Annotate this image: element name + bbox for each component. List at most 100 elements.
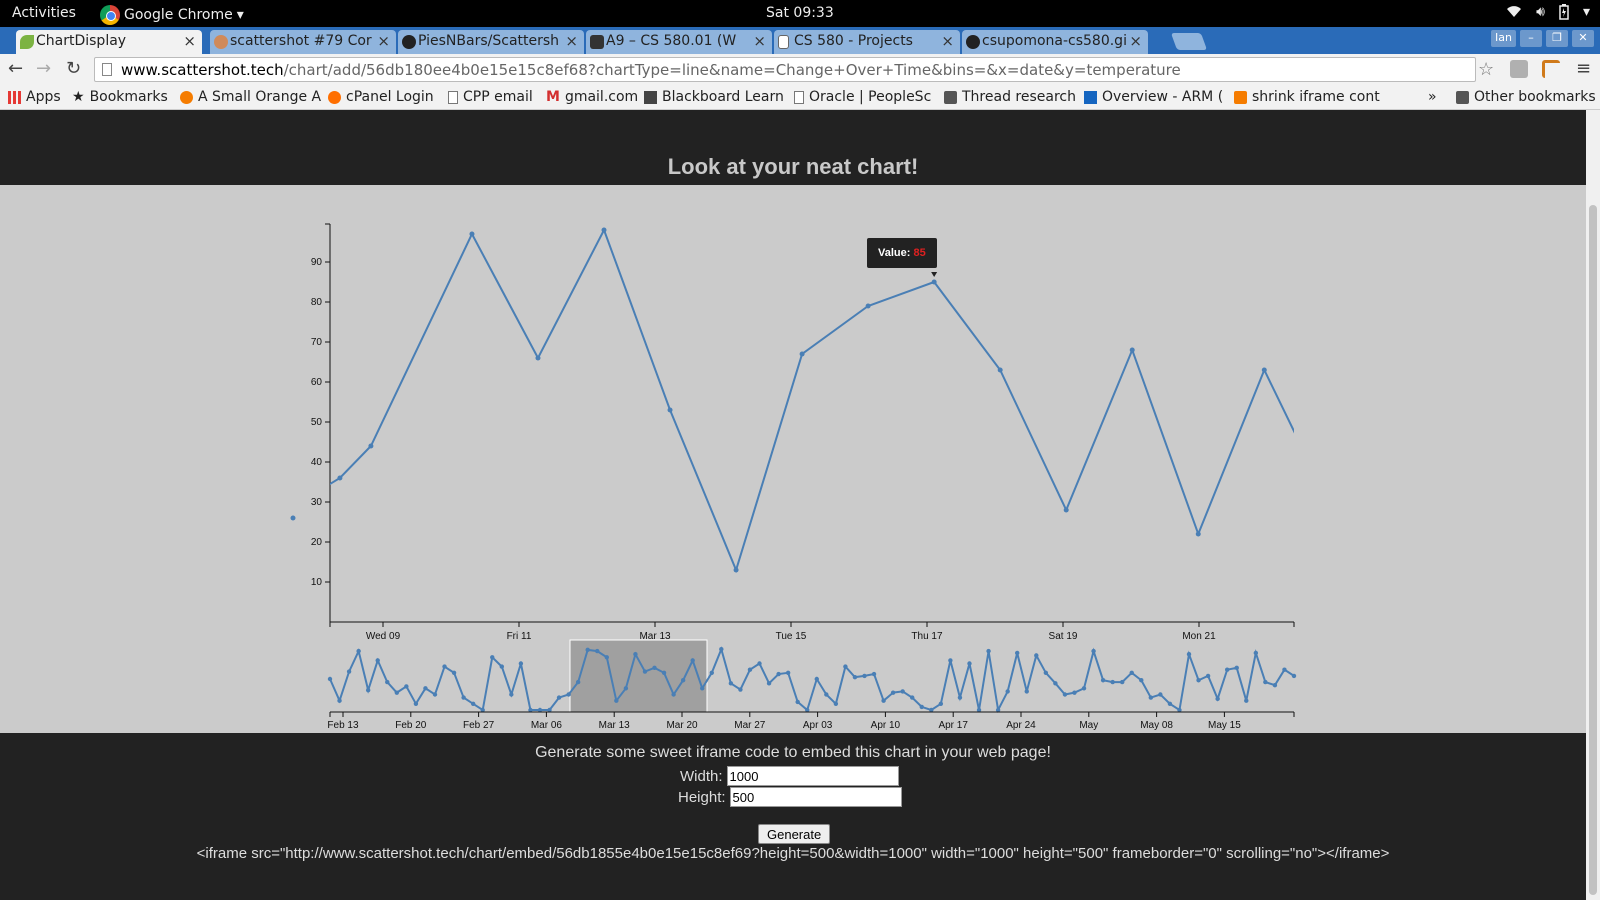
x-tick-label: Tue 15 — [776, 631, 807, 642]
overview-point — [738, 687, 743, 692]
minimize-icon[interactable]: – — [1520, 30, 1542, 47]
value-tooltip: Value: 85 — [867, 238, 937, 268]
maximize-icon[interactable]: ❐ — [1546, 30, 1568, 47]
height-input[interactable] — [729, 787, 902, 807]
overview-point — [385, 679, 390, 685]
extension-off-icon[interactable] — [1510, 60, 1528, 78]
overview-point — [1244, 698, 1249, 703]
overview-point — [661, 670, 667, 675]
tab-a9-cs580[interactable]: A9 – CS 580.01 (W × — [586, 30, 772, 54]
tab-cs580-projects[interactable]: CS 580 - Projects × — [774, 30, 960, 54]
bookmark-cpanel[interactable]: cPanel Login — [328, 89, 434, 105]
tab-scattershot-issue[interactable]: scattershot #79 Cor × — [210, 30, 396, 54]
overview-point — [327, 676, 333, 682]
bookmark-label: Apps — [26, 89, 61, 105]
page-content: Look at your neat chart! 10 20 30 40 50 60 70 8… — [0, 110, 1586, 900]
overview-point — [595, 648, 600, 654]
overview-x-tick-label: Apr 03 — [803, 720, 833, 731]
tab-strip: ChartDisplay × scattershot #79 Cor × Pie… — [0, 27, 1600, 54]
tab-label: csupomona-cs580.gi — [982, 33, 1126, 49]
overview-point — [404, 684, 409, 689]
close-tab-icon[interactable]: × — [1129, 32, 1142, 50]
profile-button[interactable]: Ian — [1491, 30, 1516, 47]
cpanel-icon — [328, 90, 341, 104]
overview-point — [585, 647, 590, 653]
battery-icon — [1559, 4, 1569, 24]
close-tab-icon[interactable]: × — [753, 32, 766, 50]
url-host: www.scattershot.tech — [121, 61, 284, 79]
bookmark-oracle[interactable]: Oracle | PeopleSc — [794, 89, 931, 105]
bookmark-other-bookmarks[interactable]: Other bookmarks — [1456, 89, 1596, 105]
tab-label: A9 – CS 580.01 (W — [606, 33, 737, 49]
bookmark-bookmarks[interactable]: ★ Bookmarks — [72, 89, 168, 105]
data-point — [997, 367, 1003, 373]
extension-flag-icon[interactable] — [1542, 60, 1560, 78]
overview-point — [604, 655, 609, 660]
clock[interactable]: Sat 09:33 — [766, 5, 834, 21]
tab-label: PiesNBars/Scattersh — [418, 33, 560, 49]
overview-point — [432, 692, 438, 697]
wifi-icon — [1506, 4, 1522, 24]
bookmark-apps[interactable]: Apps — [8, 89, 61, 105]
back-arrow-icon[interactable]: ← — [8, 58, 23, 79]
bookmark-label: cPanel Login — [346, 89, 434, 105]
close-tab-icon[interactable]: × — [377, 32, 390, 50]
bookmark-a-small-orange[interactable]: A Small Orange A — [180, 89, 321, 105]
activities-button[interactable]: Activities — [12, 5, 76, 21]
overview-point — [709, 670, 714, 675]
overview-point — [1139, 678, 1144, 683]
gmail-icon: M — [546, 89, 560, 105]
bookmark-label: Thread research — [962, 89, 1076, 105]
overview-point — [518, 661, 524, 666]
tab-csupomona[interactable]: csupomona-cs580.gi × — [962, 30, 1148, 54]
app-menu[interactable]: Google Chrome ▾ — [100, 5, 244, 25]
overview-point — [680, 678, 686, 683]
y-tick-label: 90 — [311, 257, 323, 268]
overview-point — [356, 648, 361, 654]
new-tab-button[interactable] — [1170, 33, 1208, 50]
blackboard-icon — [644, 90, 657, 104]
system-tray[interactable]: 🔊︎ ▾ — [1506, 4, 1590, 24]
bookmark-overview-arm[interactable]: Overview - ARM ( — [1084, 89, 1223, 105]
bookmark-cpp-email[interactable]: CPP email — [448, 89, 533, 105]
reload-icon[interactable]: ↻ — [66, 58, 81, 79]
overview-point — [967, 661, 972, 666]
overview-point — [900, 689, 905, 694]
close-window-icon[interactable]: ✕ — [1572, 30, 1594, 47]
overview-point — [785, 670, 791, 675]
overview-x-tick-label: Feb 27 — [463, 720, 495, 731]
bookmarks-overflow-button[interactable]: » — [1428, 89, 1437, 105]
overview-point — [1167, 701, 1173, 706]
overview-point — [1024, 689, 1029, 694]
page-scrollbar[interactable] — [1586, 110, 1600, 900]
overview-point — [700, 686, 705, 691]
overview-point — [671, 692, 676, 697]
y-tick-label: 30 — [311, 497, 323, 508]
data-point — [733, 567, 739, 573]
close-tab-icon[interactable]: × — [183, 32, 196, 50]
forward-arrow-icon[interactable]: → — [36, 58, 51, 79]
bookmark-star-icon[interactable]: ☆ — [1478, 59, 1494, 80]
bookmark-blackboard[interactable]: Blackboard Learn — [644, 89, 784, 105]
overview-x-tick-label: Feb 13 — [327, 720, 359, 731]
width-input[interactable] — [726, 766, 899, 786]
address-bar[interactable]: www.scattershot.tech/chart/add/56db180ee… — [94, 57, 1476, 82]
bookmark-gmail[interactable]: M gmail.com — [546, 89, 638, 105]
data-point — [799, 351, 805, 357]
folder-icon — [1456, 90, 1469, 104]
bookmark-shrink-iframe[interactable]: shrink iframe cont — [1234, 89, 1380, 105]
generate-button[interactable]: Generate — [758, 824, 831, 844]
close-tab-icon[interactable]: × — [941, 32, 954, 50]
chrome-menu-icon[interactable]: ≡ — [1576, 58, 1591, 79]
scrollbar-thumb[interactable] — [1589, 205, 1597, 895]
tab-piesnbars[interactable]: PiesNBars/Scattersh × — [398, 30, 584, 54]
y-tick-label: 80 — [311, 297, 323, 308]
page-icon — [794, 90, 804, 104]
data-point — [1063, 507, 1069, 513]
bookmark-thread-research[interactable]: Thread research — [944, 89, 1076, 105]
close-tab-icon[interactable]: × — [565, 32, 578, 50]
tab-chartdisplay[interactable]: ChartDisplay × — [16, 30, 202, 54]
data-point — [469, 231, 475, 237]
overview-point — [986, 648, 991, 654]
page-info-icon[interactable] — [102, 63, 112, 76]
